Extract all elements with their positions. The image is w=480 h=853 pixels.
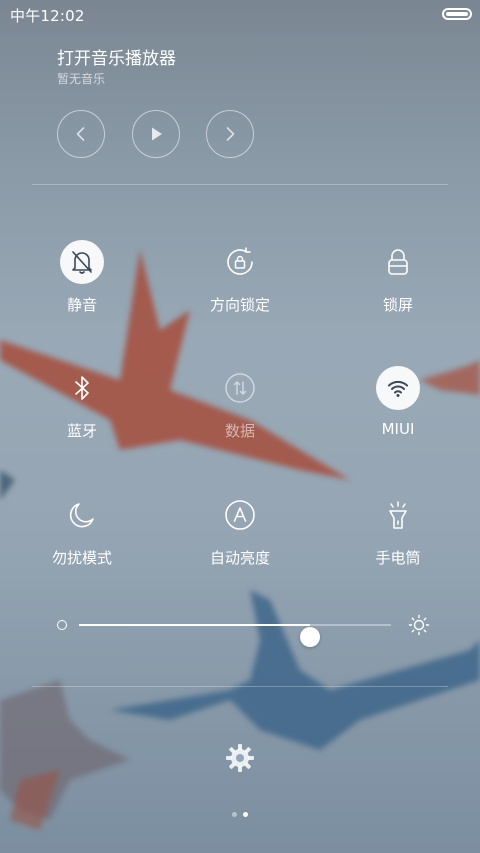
mobile-data-icon <box>225 373 255 403</box>
toggle-mobile-data-circle <box>218 366 262 410</box>
toggle-flashlight-label: 手电筒 <box>375 549 421 567</box>
toggle-flashlight[interactable]: 手电筒 <box>338 493 458 577</box>
toggle-auto-brightness[interactable]: 自动亮度 <box>180 493 300 577</box>
wifi-icon <box>388 380 408 397</box>
music-player-subtitle: 暂无音乐 <box>57 72 106 86</box>
toggle-bluetooth-circle <box>60 366 104 410</box>
status-time: 中午12:02 <box>10 7 85 25</box>
toggle-lock-screen[interactable]: 锁屏 <box>338 240 458 324</box>
page-dot-active <box>243 812 248 817</box>
toggle-wifi-circle <box>376 366 420 410</box>
toggle-do-not-disturb[interactable]: 勿扰模式 <box>22 493 142 577</box>
page-dot <box>232 812 237 817</box>
chevron-left-icon <box>76 127 85 141</box>
brightness-thumb[interactable] <box>299 627 320 647</box>
page-indicator <box>0 812 480 820</box>
toggle-mute[interactable]: 静音 <box>22 240 142 324</box>
rotation-lock-icon <box>227 247 253 275</box>
notification-shade: 中午12:02 打开音乐播放器 暂无音乐 静音 方向锁定 锁屏 蓝牙 数据 MI… <box>0 0 480 853</box>
bluetooth-icon <box>75 376 89 400</box>
auto-brightness-icon <box>225 500 255 530</box>
music-player-title[interactable]: 打开音乐播放器 <box>57 44 176 69</box>
play-button[interactable] <box>132 110 180 158</box>
brightness-fill <box>79 624 310 626</box>
toggle-mobile-data-label: 数据 <box>224 422 255 440</box>
toggle-auto-brightness-circle <box>218 493 262 537</box>
toggle-mute-circle <box>60 240 104 284</box>
toggle-mute-label: 静音 <box>66 296 97 314</box>
toggle-flashlight-circle <box>376 493 420 537</box>
moon-icon <box>69 503 94 528</box>
toggle-rotation-lock[interactable]: 方向锁定 <box>180 240 300 324</box>
bell-off-icon <box>72 251 92 274</box>
toggle-bluetooth-label: 蓝牙 <box>66 422 97 440</box>
toggle-bluetooth[interactable]: 蓝牙 <box>22 366 142 450</box>
brightness-high-icon <box>408 614 430 636</box>
toggle-wifi[interactable]: MIUI <box>338 366 458 450</box>
chevron-right-icon <box>226 127 235 141</box>
toggle-wifi-label: MIUI <box>381 420 415 438</box>
toggle-do-not-disturb-label: 勿扰模式 <box>51 549 112 567</box>
status-bar: 中午12:02 <box>0 0 480 30</box>
divider-bottom <box>32 686 448 687</box>
previous-track-button[interactable] <box>57 110 105 158</box>
battery-icon <box>442 8 472 20</box>
gear-icon[interactable] <box>224 742 256 774</box>
toggle-do-not-disturb-circle <box>60 493 104 537</box>
toggle-rotation-lock-circle <box>218 240 262 284</box>
next-track-button[interactable] <box>206 110 254 158</box>
toggle-rotation-lock-label: 方向锁定 <box>209 296 270 314</box>
brightness-track[interactable] <box>79 624 391 647</box>
toggle-lock-screen-label: 锁屏 <box>382 296 413 314</box>
lock-icon <box>388 249 408 275</box>
play-icon <box>152 127 162 141</box>
toggle-auto-brightness-label: 自动亮度 <box>209 549 270 567</box>
brightness-low-icon <box>57 620 67 630</box>
divider-top <box>32 184 448 185</box>
toggle-lock-screen-circle <box>376 240 420 284</box>
toggle-mobile-data[interactable]: 数据 <box>180 366 300 450</box>
brightness-slider[interactable] <box>55 612 430 647</box>
flashlight-icon <box>389 501 407 529</box>
